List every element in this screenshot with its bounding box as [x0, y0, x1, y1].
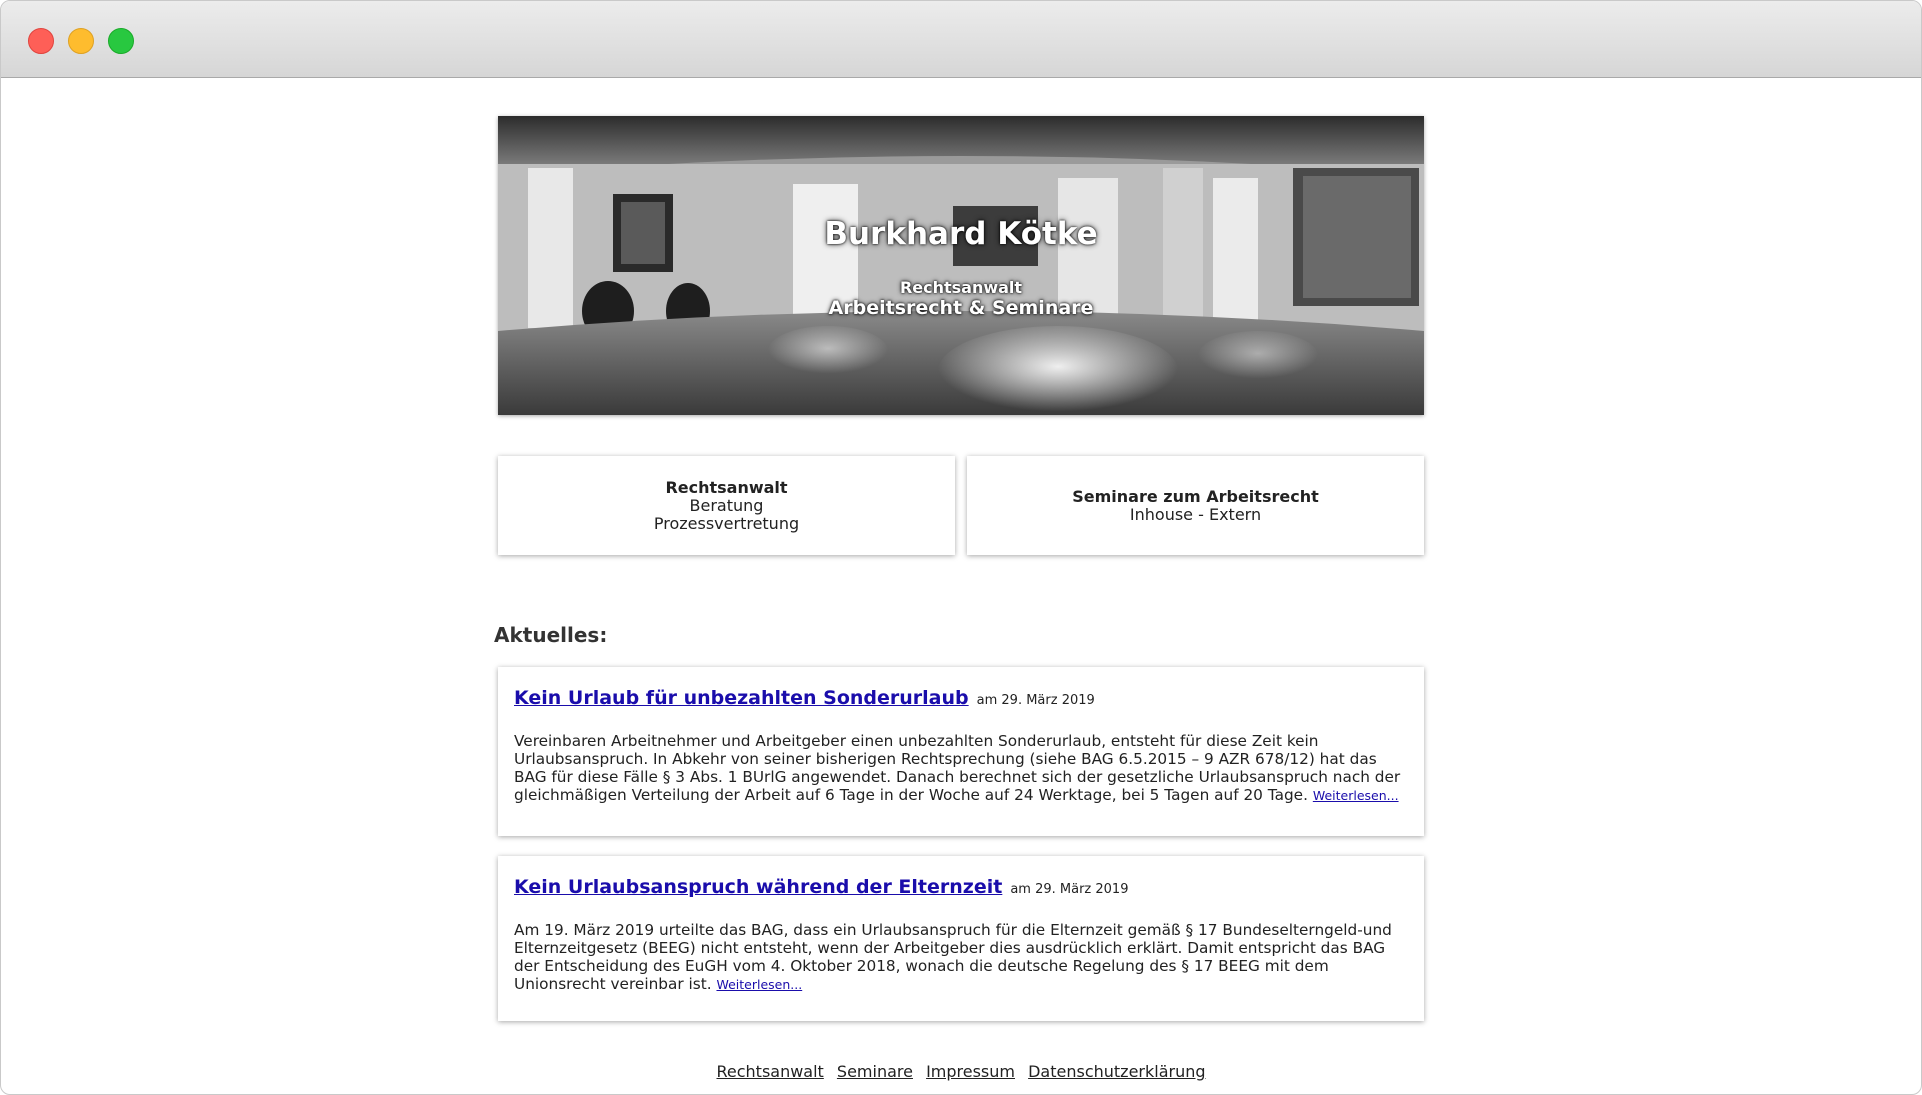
article-title-link[interactable]: Kein Urlaubsanspruch während der Elternz…	[514, 876, 1002, 898]
footer-link-impressum[interactable]: Impressum	[926, 1062, 1015, 1081]
minimize-window-button[interactable]	[68, 28, 94, 54]
card-title: Seminare zum Arbeitsrecht	[1072, 486, 1319, 506]
news-article: Kein Urlaub für unbezahlten Sonderurlaub…	[498, 667, 1424, 836]
footer-link-datenschutz[interactable]: Datenschutzerklärung	[1028, 1062, 1205, 1081]
article-text: Vereinbaren Arbeitnehmer und Arbeitgeber…	[514, 732, 1401, 804]
page-content: Burkhard Kötke Rechtsanwalt Arbeitsrecht…	[1, 78, 1921, 1094]
news-article: Kein Urlaubsanspruch während der Elternz…	[498, 856, 1424, 1021]
zoom-window-button[interactable]	[108, 28, 134, 54]
card-title: Rechtsanwalt	[665, 477, 788, 497]
hero-banner: Burkhard Kötke Rechtsanwalt Arbeitsrecht…	[498, 116, 1424, 415]
site-tagline: Arbeitsrecht & Seminare	[828, 297, 1094, 319]
card-line: Inhouse - Extern	[1129, 504, 1262, 524]
browser-window: Burkhard Kötke Rechtsanwalt Arbeitsrecht…	[0, 0, 1922, 1095]
article-date: am 29. März 2019	[1010, 882, 1129, 897]
footer-link-seminare[interactable]: Seminare	[837, 1062, 913, 1081]
article-text: Am 19. März 2019 urteilte das BAG, dass …	[514, 921, 1392, 993]
site-subtitle: Rechtsanwalt	[899, 278, 1023, 297]
article-header: Kein Urlaubsanspruch während der Elternz…	[514, 876, 1128, 898]
article-excerpt: Vereinbaren Arbeitnehmer und Arbeitgeber…	[514, 732, 1406, 805]
read-more-link[interactable]: Weiterlesen...	[1313, 788, 1399, 803]
card-line: Beratung	[689, 495, 764, 515]
article-date: am 29. März 2019	[976, 693, 1095, 708]
window-titlebar	[1, 1, 1921, 78]
seminars-card[interactable]: Seminare zum Arbeitsrecht Inhouse - Exte…	[967, 456, 1424, 555]
site-title: Burkhard Kötke	[824, 216, 1098, 252]
article-title-link[interactable]: Kein Urlaub für unbezahlten Sonderurlaub	[514, 687, 969, 709]
article-header: Kein Urlaub für unbezahlten Sonderurlaub…	[514, 687, 1095, 709]
news-heading: Aktuelles:	[494, 623, 608, 647]
close-window-button[interactable]	[28, 28, 54, 54]
article-excerpt: Am 19. März 2019 urteilte das BAG, dass …	[514, 921, 1406, 994]
lawyer-services-card[interactable]: Rechtsanwalt Beratung Prozessvertretung	[498, 456, 955, 555]
read-more-link[interactable]: Weiterlesen...	[716, 977, 802, 992]
footer-link-rechtsanwalt[interactable]: Rechtsanwalt	[716, 1062, 823, 1081]
office-panorama-image	[498, 116, 1424, 415]
footer-nav: Rechtsanwalt Seminare Impressum Datensch…	[1, 1062, 1921, 1081]
card-line: Prozessvertretung	[653, 513, 800, 533]
